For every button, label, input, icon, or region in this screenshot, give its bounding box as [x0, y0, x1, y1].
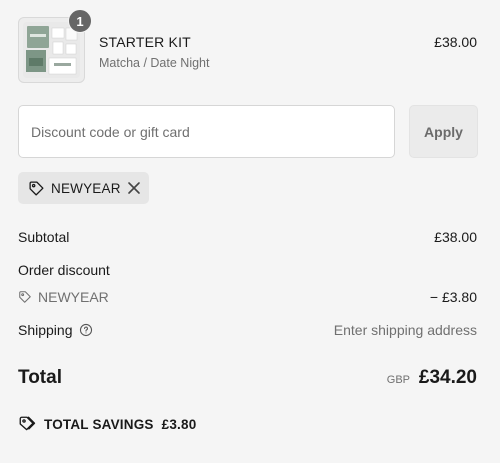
discount-code-line: NEWYEAR — [18, 289, 109, 305]
order-discount-label: Order discount — [18, 262, 110, 278]
close-icon[interactable] — [127, 181, 141, 195]
discount-value: − £3.80 — [429, 289, 477, 305]
savings-label: TOTAL SAVINGS — [44, 416, 154, 432]
product-name: STARTER KIT — [99, 34, 191, 50]
product-image — [23, 22, 80, 78]
subtotal-value: £38.00 — [434, 229, 477, 245]
total-label: Total — [18, 367, 62, 388]
tags-icon — [18, 415, 36, 433]
total-savings: TOTAL SAVINGS £3.80 — [18, 415, 196, 433]
product-image-graphic — [23, 22, 80, 78]
apply-button[interactable]: Apply — [409, 105, 478, 158]
quantity-badge: 1 — [68, 9, 92, 33]
shipping-label: Shipping — [18, 322, 73, 338]
product-variant: Matcha / Date Night — [99, 56, 210, 70]
subtotal-label: Subtotal — [18, 229, 70, 245]
applied-discount-chip: NEWYEAR — [18, 172, 149, 204]
discount-code-text: NEWYEAR — [38, 289, 109, 305]
help-circle-icon[interactable] — [79, 323, 93, 337]
product-price: £38.00 — [434, 34, 477, 50]
discount-code-input[interactable] — [18, 105, 395, 158]
savings-value: £3.80 — [161, 416, 197, 432]
applied-code-label: NEWYEAR — [51, 180, 121, 196]
total-value: £34.20 — [418, 367, 477, 388]
shipping-value: Enter shipping address — [333, 322, 477, 338]
currency-code: GBP — [386, 374, 410, 386]
tag-icon — [18, 290, 32, 304]
tag-icon — [28, 180, 45, 197]
shipping-label-group: Shipping — [18, 322, 93, 338]
